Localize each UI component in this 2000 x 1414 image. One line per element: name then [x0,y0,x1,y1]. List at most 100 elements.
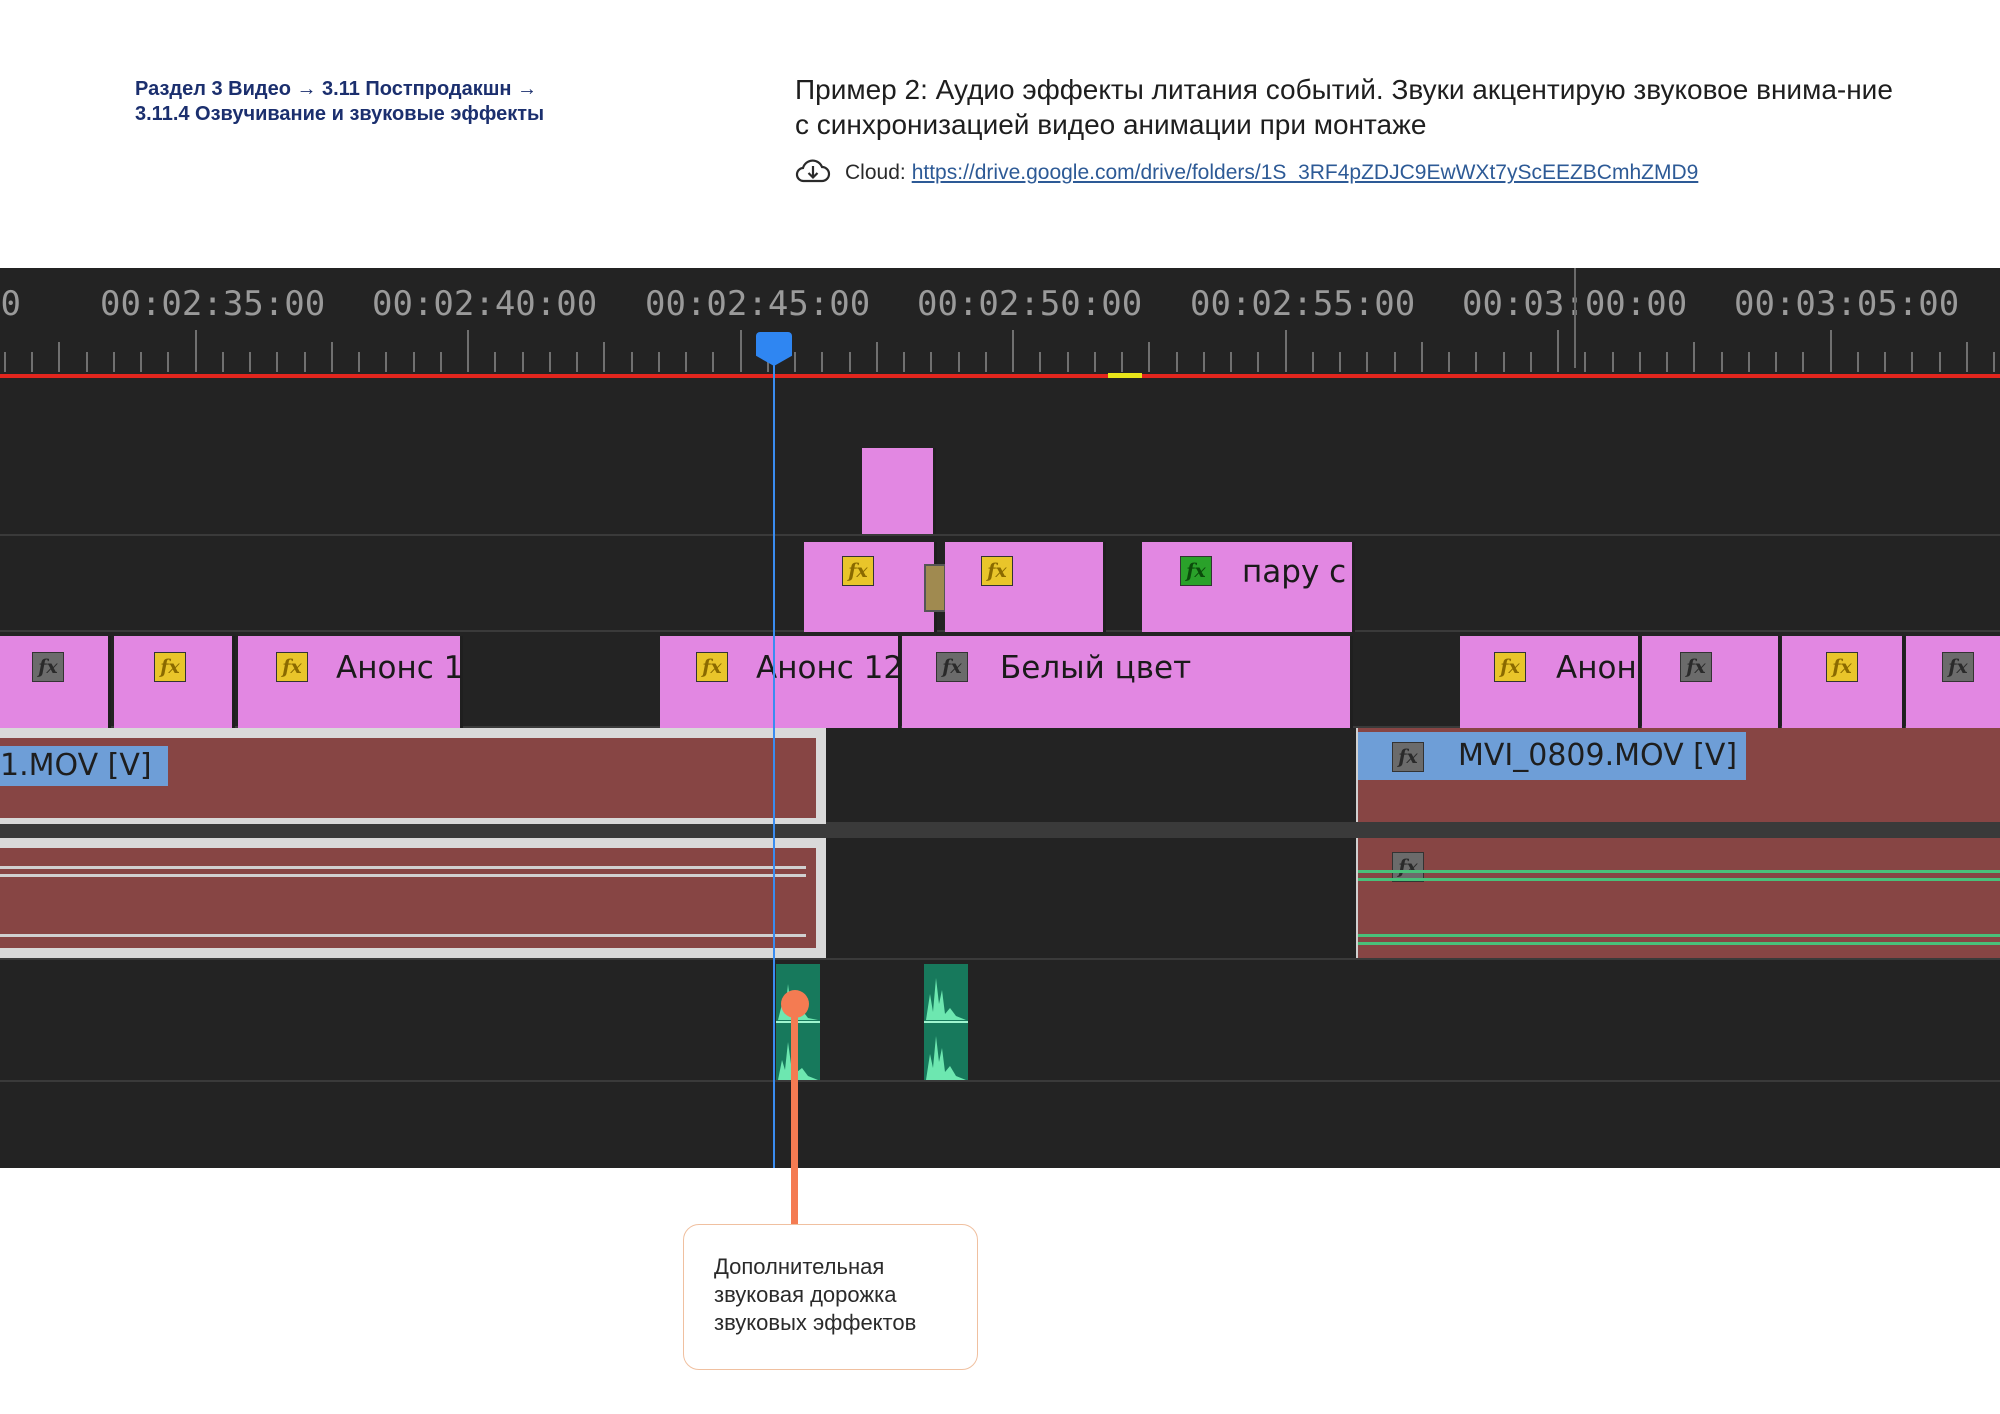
graphics-clip-anon[interactable]: fx Анон [1460,636,1641,728]
audio-clip-left[interactable] [0,838,826,958]
fx-badge[interactable]: fx [1826,652,1858,682]
ruler-tick [1502,352,1505,372]
audio-waveline [0,934,806,937]
ruler-marker [1574,268,1576,368]
fx-badge[interactable]: fx [981,556,1013,586]
ruler-tick [548,352,551,372]
ruler-tick [112,352,115,372]
ruler-tick [1720,352,1723,372]
ruler-tick [685,352,687,372]
clip-name-tag: 1.MOV [V] [0,746,168,786]
ruler-tick [1938,352,1941,372]
callout-text-line: звуковая дорожка [714,1282,897,1307]
ruler-tick [521,352,524,372]
ruler-tick [1284,330,1287,372]
time-ruler[interactable]: 00 00:02:35:00 00:02:40:00 00:02:45:00 0… [0,268,2000,380]
graphics-clip-paru[interactable]: fx пару с [1142,542,1355,632]
ruler-tick [1829,330,1832,372]
page-title: Пример 2: Аудио эффекты литания событий.… [795,74,1893,140]
fx-badge[interactable]: fx [936,652,968,682]
ruler-tick [1965,342,1968,372]
ruler-tick [794,352,796,372]
ruler-tick [1775,352,1777,372]
timecode: 00:02:40:00 [372,284,598,324]
video-clip-right[interactable]: MVI_0809.MOV [V] fx [1356,728,2000,822]
ruler-tick [576,352,578,372]
cloud-link[interactable]: https://drive.google.com/drive/folders/1… [912,161,1699,185]
ruler-tick [1012,330,1014,372]
fx-badge[interactable]: fx [1392,742,1424,772]
video-clip-left[interactable]: 1.MOV [V] [0,728,826,828]
fx-badge[interactable]: fx [696,652,728,682]
clip-label: Анон [1556,650,1637,686]
graphics-clip-anons1[interactable]: fx Анонс 1 [238,636,463,728]
graphics-clip[interactable]: fx [1782,636,1905,728]
ruler-tick [712,352,715,372]
audio-clip-right[interactable]: fx [1356,838,2000,958]
callout-text-line: Дополнительная [714,1254,885,1279]
sfx-audio-clip[interactable] [776,964,820,1080]
sfx-audio-clip[interactable] [924,964,968,1080]
breadcrumb: Раздел 3 Видео → 3.11 Постпродакшн → 3.1… [135,77,595,127]
cloud-row: Cloud: https://drive.google.com/drive/fo… [795,158,1698,188]
fx-badge[interactable]: fx [154,652,186,682]
ruler-tick [3,352,6,372]
fx-badge[interactable]: fx [1942,652,1974,682]
ruler-tick [1311,352,1314,372]
track-v3: fx fx fx пару с [0,536,2000,632]
transition-handle[interactable] [924,564,946,612]
track-a3 [0,1082,2000,1168]
ruler-tick [1993,352,1995,372]
fx-badge[interactable]: fx [1680,652,1712,682]
graphics-clip[interactable]: fx [945,542,1106,632]
graphics-clip[interactable]: fx [114,636,235,728]
timecode: 00:02:35:00 [100,284,326,324]
graphics-clip[interactable]: fx [1642,636,1781,728]
fx-badge[interactable]: fx [276,652,308,682]
fx-badge[interactable]: fx [1494,652,1526,682]
ruler-tick [412,352,415,372]
ruler-tick [1802,352,1805,372]
graphics-clip-anons12[interactable]: fx Анонс 12 [660,636,904,728]
audio-waveline [1358,870,2000,873]
fx-badge[interactable]: fx [1180,556,1212,586]
track-v4 [0,440,2000,536]
graphics-clip[interactable]: fx [804,542,937,632]
fx-badge[interactable]: fx [32,652,64,682]
graphics-clip-white[interactable]: fx Белый цвет [902,636,1353,728]
ruler-tick [358,352,360,372]
ruler-tick [1448,352,1450,372]
ruler-tick [249,352,251,372]
timecode: 00 [0,284,21,324]
ruler-tick [1393,352,1396,372]
ruler-tick [85,352,88,372]
ruler-tick [903,352,905,372]
ruler-tick [467,330,469,372]
graphics-clip[interactable]: fx [1906,636,2000,728]
audio-waveline [1358,878,2000,881]
ruler-tick [821,352,824,372]
ruler-tick [58,342,61,372]
ruler-tick [1584,352,1587,372]
clip-label: Анонс 12 [756,650,904,686]
clip-label: пару с [1242,554,1347,590]
ruler-tick [1420,342,1423,372]
audio-waveline [1358,942,2000,945]
ruler-tick [1066,352,1069,372]
ruler-tick [1257,352,1260,372]
graphics-clip[interactable]: fx [0,636,111,728]
ruler-tick [1202,352,1205,372]
timecode: 00:03:05:00 [1734,284,1960,324]
ruler-tick [1093,352,1096,372]
ruler-tick [330,342,333,372]
ruler-tick [739,330,742,372]
ruler-tick [1747,352,1750,372]
callout-text-line: звуковых эффектов [714,1310,917,1335]
fx-badge[interactable]: fx [842,556,874,586]
playhead-line[interactable] [773,338,775,1168]
ruler-tick [1529,352,1532,372]
ruler-tick [276,352,279,372]
graphics-clip[interactable] [862,448,936,534]
ruler-tick [1638,352,1641,372]
ruler-tick [1611,352,1614,372]
